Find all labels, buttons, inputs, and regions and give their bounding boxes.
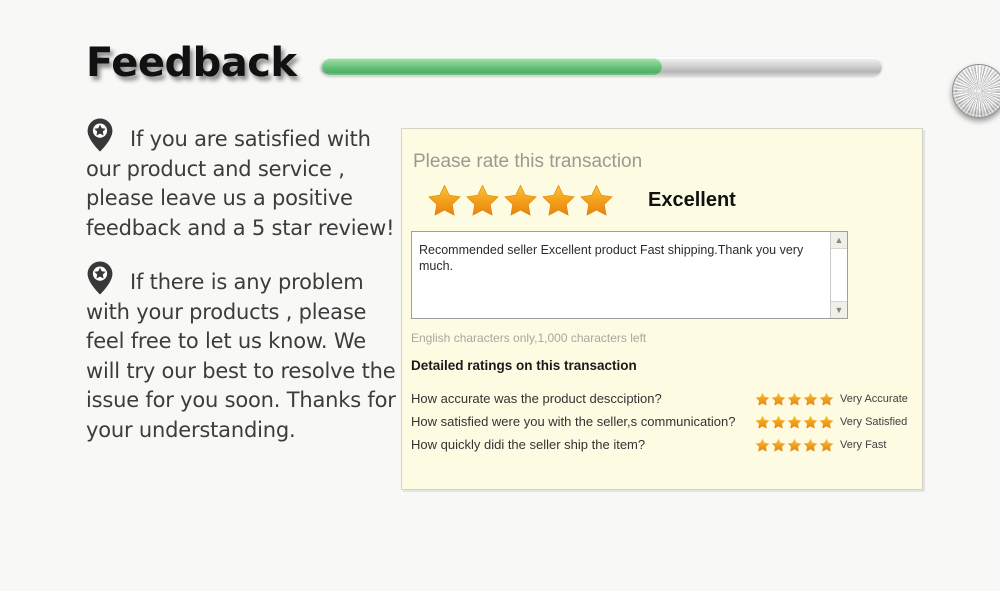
star-icon[interactable] [819, 438, 834, 452]
rate-transaction-prompt: Please rate this transaction [413, 151, 643, 172]
slider-fill [322, 58, 662, 75]
star-icon[interactable] [771, 392, 786, 406]
detailed-ratings-heading: Detailed ratings on this transaction [411, 358, 637, 373]
slider-knob[interactable] [952, 64, 1000, 118]
star-icon[interactable] [542, 184, 575, 216]
comment-scrollbar[interactable]: ▲ ▼ [830, 232, 847, 318]
star-icon[interactable] [428, 184, 461, 216]
rating-panel: Please rate this transaction Excellent R… [401, 128, 923, 490]
location-pin-star-icon [86, 261, 114, 295]
detail-question: How satisfied were you with the seller,s… [411, 414, 736, 429]
notes-column: If you are satisfied with our product an… [86, 118, 396, 463]
page-header: Feedback [0, 0, 1000, 118]
detail-rating-row: How quickly didi the seller ship the ite… [411, 433, 916, 456]
detailed-ratings-list: How accurate was the product descciption… [411, 387, 916, 456]
page-title: Feedback [86, 40, 297, 86]
detail-rating-row: How satisfied were you with the seller,s… [411, 410, 916, 433]
star-icon[interactable] [787, 438, 802, 452]
detail-rating-value[interactable]: Very Accurate [755, 392, 916, 406]
detail-question: How accurate was the product descciption… [411, 391, 662, 406]
star-icon[interactable] [803, 415, 818, 429]
detail-rating-label: Very Satisfied [840, 415, 908, 428]
star-icon[interactable] [771, 438, 786, 452]
star-icon[interactable] [466, 184, 499, 216]
star-icon[interactable] [787, 392, 802, 406]
star-icon[interactable] [755, 392, 770, 406]
decorative-slider[interactable] [320, 40, 1000, 118]
character-limit-hint: English characters only,1,000 characters… [411, 331, 647, 345]
note-text: If you are satisfied with our product an… [86, 127, 395, 240]
star-icon[interactable] [803, 392, 818, 406]
note-text-wrapper: If you are satisfied with our product an… [86, 118, 396, 243]
detail-rating-label: Very Accurate [840, 392, 908, 405]
rating-verdict-label: Excellent [648, 188, 736, 211]
star-icon[interactable] [755, 438, 770, 452]
detail-rating-value[interactable]: Very Fast [755, 438, 916, 452]
star-icon[interactable] [787, 415, 802, 429]
chevron-up-icon[interactable]: ▲ [831, 232, 847, 249]
note-text-wrapper: If there is any problem with your produc… [86, 261, 396, 445]
star-icon[interactable] [771, 415, 786, 429]
star-icon[interactable] [755, 415, 770, 429]
overall-star-rating[interactable]: Excellent [428, 184, 736, 216]
star-icon[interactable] [580, 184, 613, 216]
detail-rating-label: Very Fast [840, 438, 887, 451]
note-item: If there is any problem with your produc… [86, 261, 396, 445]
star-icon[interactable] [803, 438, 818, 452]
comment-textarea[interactable]: Recommended seller Excellent product Fas… [411, 231, 848, 319]
detail-rating-value[interactable]: Very Satisfied [755, 415, 916, 429]
detail-rating-row: How accurate was the product descciption… [411, 387, 916, 410]
star-icon[interactable] [504, 184, 537, 216]
comment-text[interactable]: Recommended seller Excellent product Fas… [419, 242, 823, 274]
note-item: If you are satisfied with our product an… [86, 118, 396, 243]
location-pin-star-icon [86, 118, 114, 152]
star-icon[interactable] [819, 415, 834, 429]
chevron-down-icon[interactable]: ▼ [831, 301, 847, 318]
detail-question: How quickly didi the seller ship the ite… [411, 437, 646, 452]
star-icon[interactable] [819, 392, 834, 406]
note-text: If there is any problem with your produc… [86, 270, 396, 442]
